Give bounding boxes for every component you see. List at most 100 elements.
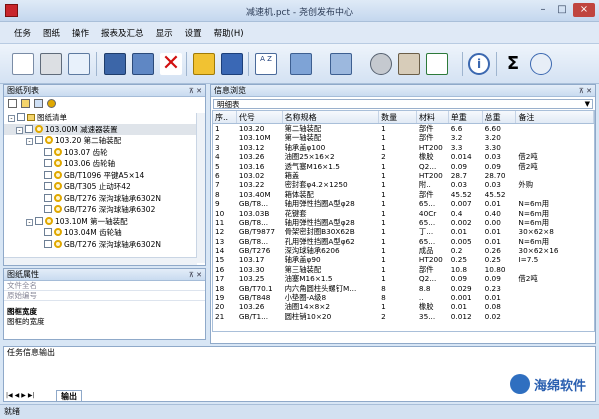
table-cell: 28.70: [484, 170, 506, 180]
table-row[interactable]: 19 GB/T848 小垫圈-A级8 8.. 0.001 0.01: [213, 293, 594, 302]
align-icon[interactable]: [330, 53, 352, 75]
table-row[interactable]: 11 GB/T8... 轴用弹性挡圈A型φ28 1 65... 0.002 0.00 N=6m…: [213, 218, 594, 227]
table-cell: 2: [381, 152, 386, 162]
sort-az-icon[interactable]: A Z: [255, 53, 277, 75]
menu-settings[interactable]: 设置: [179, 27, 208, 39]
tree-scrollbar[interactable]: [196, 113, 205, 263]
nav-first-icon[interactable]: |◀: [6, 392, 13, 399]
report-type-value: 明细表: [217, 100, 240, 109]
maximize-button[interactable]: □: [554, 3, 570, 17]
table-row[interactable]: 6 103.02 箱盖 1 HT200 28.7 28.70: [213, 171, 594, 180]
copy-icon[interactable]: [104, 53, 126, 75]
table-row[interactable]: 21 GB/T1... 圆柱销10×20 2 35... 0.012 0.02: [213, 312, 594, 321]
menu-reports[interactable]: 报表及汇总: [95, 27, 150, 39]
col-material[interactable]: 材料: [417, 111, 449, 123]
close-button[interactable]: ×: [573, 3, 595, 17]
preview-icon[interactable]: [68, 53, 90, 75]
tree-node[interactable]: 103.06 齿轮轴: [4, 158, 205, 170]
table-row[interactable]: 9 GB/T8... 轴用弹性挡圈A型φ28 1 65... 0.007 0.01 N=6m用: [213, 199, 594, 208]
table-row[interactable]: 8 103.40M 箱体装配 1 部件 45.52 45.52: [213, 190, 594, 199]
pin-icon[interactable]: ⊼ ✕: [189, 269, 202, 281]
excel-icon[interactable]: [426, 53, 448, 75]
menu-drawing[interactable]: 图纸: [37, 27, 66, 39]
col-name[interactable]: 名称规格: [283, 111, 380, 123]
refresh-icon[interactable]: [530, 53, 552, 75]
table-row[interactable]: 17 103.25 油塞M16×1.5 1 Q2... 0.09 0.09 借2吨: [213, 274, 594, 283]
table-row[interactable]: 14 GB/T276 深沟球轴承6206 1 成品 0.2 0.26 30×62×16: [213, 246, 594, 255]
nav-prev-icon[interactable]: ◀: [15, 392, 20, 399]
drawing-properties-panel: 图纸属性 ⊼ ✕ 文件全名 原始编号 图框宽度 图框的宽度: [3, 268, 206, 340]
nav-next-icon[interactable]: ▶: [21, 392, 26, 399]
table-row[interactable]: 18 GB/T70.1 内六角圆柱头螺钉M... 8 8.8 0.029 0.23: [213, 284, 594, 293]
table-row[interactable]: 15 103.17 轴承盖φ90 1 HT200 0.25 0.25 I=7.5: [213, 255, 594, 264]
tree-node[interactable]: GB/T305 止动环42: [4, 181, 205, 193]
tree-node[interactable]: 103.04M 齿轮轴: [4, 227, 205, 239]
tree-node[interactable]: -103.00M 减速器装置: [4, 123, 205, 135]
table-row[interactable]: 5 103.16 透气塞M16×1.5 1 Q2... 0.09 0.09 借2吨: [213, 162, 594, 171]
tab-output[interactable]: 输出: [56, 390, 82, 401]
layout-icon[interactable]: [290, 53, 312, 75]
open-icon[interactable]: [193, 53, 215, 75]
table-cell: 1: [381, 133, 386, 143]
table-cell: [516, 284, 594, 293]
gear-settings-icon[interactable]: [370, 53, 392, 75]
col-total-weight[interactable]: 总重: [483, 111, 517, 123]
table-row[interactable]: 13 GB/T8... 孔用弹性挡圈A型φ62 1 65... 0.005 0.01 N=6m…: [213, 237, 594, 246]
table-cell: 45.52: [450, 189, 472, 199]
table-row[interactable]: 4 103.26 油圈25×16×2 2 橡胶 0.014 0.03 借2吨: [213, 152, 594, 161]
table-cell: 0.4: [450, 208, 463, 218]
save-icon[interactable]: [221, 53, 243, 75]
table-row[interactable]: 7 103.22 密封套φ4.2×1250 1 附.. 0.03 0.03 外购: [213, 180, 594, 189]
open-folder-icon[interactable]: [132, 53, 154, 75]
pin-icon[interactable]: ⊼ ✕: [189, 85, 202, 97]
print-icon[interactable]: [40, 53, 62, 75]
col-index[interactable]: 序..: [213, 111, 237, 123]
report-type-select[interactable]: 明细表 ▼: [213, 99, 593, 109]
field-file-name[interactable]: 文件全名: [4, 281, 205, 291]
delete-icon[interactable]: ✕: [160, 53, 182, 75]
col-qty[interactable]: 数量: [379, 111, 417, 123]
tree-node[interactable]: -103.10M 第一轴装配: [4, 216, 205, 228]
table-row[interactable]: 20 103.26 油圈14×8×2 1 橡胶 0.01 0.08: [213, 302, 594, 311]
table-cell: 40Cr: [418, 208, 437, 218]
tree-node[interactable]: -103.20 第二轴装配: [4, 135, 205, 147]
tree-folder-icon[interactable]: [21, 99, 30, 108]
tree-node[interactable]: 103.07 齿轮: [4, 147, 205, 159]
col-unit-weight[interactable]: 单重: [449, 111, 483, 123]
field-source-name[interactable]: 原始编号: [4, 291, 205, 301]
tree-node[interactable]: - 图纸清单: [4, 112, 205, 124]
table-cell: N=6m用: [518, 199, 550, 209]
table-row[interactable]: 12 GB/T9877 骨架密封圈B30X62B 1 丁... 0.01 0.01 30×62…: [213, 227, 594, 236]
tree-view-icon[interactable]: [34, 99, 43, 108]
nav-last-icon[interactable]: ▶|: [28, 392, 35, 399]
tree-gear-icon[interactable]: [47, 99, 56, 108]
col-remark[interactable]: 备注: [516, 111, 594, 123]
tree-new-icon[interactable]: [8, 99, 17, 108]
table-cell: 0.26: [484, 246, 501, 256]
table-row[interactable]: 3 103.12 轴承盖φ100 1 HT200 3.3 3.30: [213, 143, 594, 152]
tree-node[interactable]: GB/T276 深沟球轴承6302N: [4, 239, 205, 251]
new-icon[interactable]: [12, 53, 34, 75]
table-row[interactable]: 1 103.20 第二轴装配 1 部件 6.6 6.60: [213, 124, 594, 133]
info-icon[interactable]: i: [468, 53, 490, 75]
stamp-icon[interactable]: [398, 53, 420, 75]
table-row[interactable]: 10 103.03B 花键套 1 40Cr 0.4 0.40 N=6m用: [213, 209, 594, 218]
menu-task[interactable]: 任务: [8, 27, 37, 39]
pin-icon[interactable]: ⊼ ✕: [579, 85, 592, 97]
table-row[interactable]: 2 103.10M 第一轴装配 1 部件 3.2 3.20: [213, 133, 594, 142]
tree-node[interactable]: GB/T276 深沟球轴承6302: [4, 204, 205, 216]
table-row[interactable]: 16 103.30 第三轴装配 1 部件 10.8 10.80: [213, 265, 594, 274]
menu-display[interactable]: 显示: [150, 27, 179, 39]
tree-node[interactable]: GB/T276 深沟球轴承6302N: [4, 193, 205, 205]
table-cell: HT200: [418, 255, 443, 265]
col-code[interactable]: 代号: [237, 111, 283, 123]
table-cell: 橡胶: [418, 302, 434, 312]
sigma-icon[interactable]: Σ: [502, 53, 524, 75]
table-cell: 6.6: [450, 124, 463, 133]
table-cell: 28.7: [450, 170, 468, 180]
tree-node[interactable]: GB/T1096 平键A5×14: [4, 170, 205, 182]
menu-help[interactable]: 帮助(H): [208, 27, 250, 39]
menu-operation[interactable]: 操作: [66, 27, 95, 39]
minimize-button[interactable]: –: [535, 3, 551, 17]
tree-hscrollbar[interactable]: [4, 257, 197, 265]
